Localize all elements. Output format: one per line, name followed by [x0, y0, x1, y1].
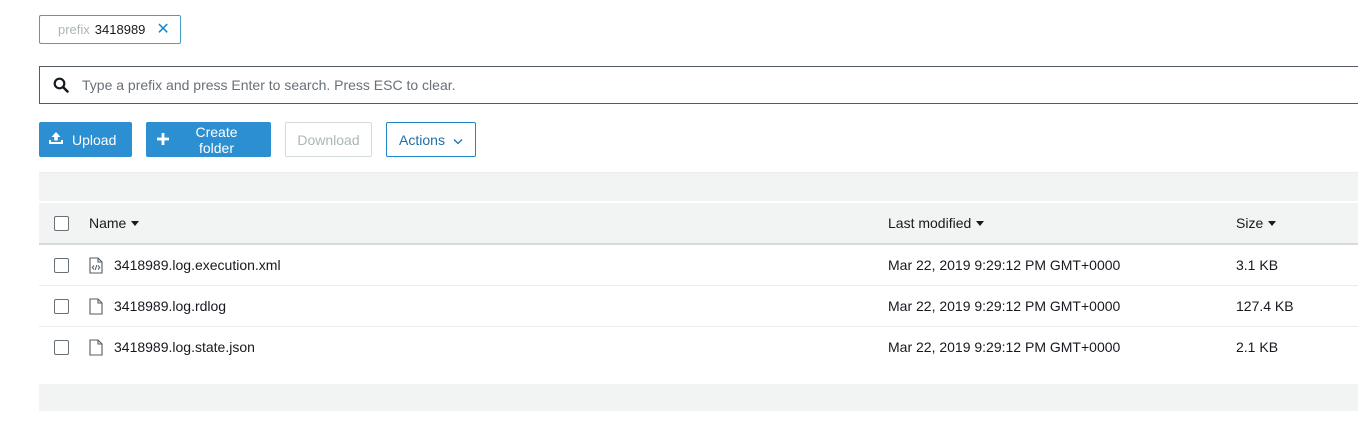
last-modified-value: Mar 22, 2019 9:29:12 PM GMT+0000	[888, 257, 1121, 273]
download-button[interactable]: Download	[285, 122, 372, 157]
plus-icon	[157, 132, 169, 148]
sort-caret-icon	[1268, 220, 1277, 226]
sort-caret-icon	[131, 220, 140, 226]
row-checkbox[interactable]	[54, 298, 69, 314]
file-name-link[interactable]: 3418989.log.rdlog	[114, 298, 226, 314]
file-icon	[89, 338, 103, 356]
sort-caret-icon	[976, 220, 985, 226]
column-size-label: Size	[1236, 215, 1264, 231]
chevron-down-icon	[453, 132, 463, 148]
size-value: 127.4 KB	[1236, 298, 1294, 314]
upload-icon	[48, 131, 64, 148]
table-row[interactable]: 3418989.log.execution.xml Mar 22, 2019 9…	[39, 245, 1358, 286]
table-top-band	[39, 172, 1358, 201]
last-modified-value: Mar 22, 2019 9:29:12 PM GMT+0000	[888, 339, 1121, 355]
file-name-link[interactable]: 3418989.log.state.json	[114, 339, 255, 355]
column-name-label: Name	[89, 215, 127, 231]
code-file-icon	[89, 256, 103, 274]
select-all-checkbox[interactable]	[54, 215, 69, 231]
table-bottom-band	[39, 384, 1358, 411]
file-table: Name Last modified Size 3418989.log.exec…	[39, 203, 1358, 367]
last-modified-value: Mar 22, 2019 9:29:12 PM GMT+0000	[888, 298, 1121, 314]
actions-label: Actions	[399, 131, 445, 148]
file-name-link[interactable]: 3418989.log.execution.xml	[114, 257, 281, 273]
column-modified-label: Last modified	[888, 215, 972, 231]
download-label: Download	[297, 131, 360, 148]
column-header-size[interactable]: Size	[1236, 203, 1277, 243]
toolbar: Upload Create folder Download Actions	[39, 122, 476, 157]
column-header-last-modified[interactable]: Last modified	[888, 203, 985, 243]
size-value: 3.1 KB	[1236, 257, 1279, 273]
table-header: Name Last modified Size	[39, 203, 1358, 245]
create-folder-label: Create folder	[195, 123, 238, 156]
file-icon	[89, 297, 103, 315]
table-row[interactable]: 3418989.log.rdlog Mar 22, 2019 9:29:12 P…	[39, 286, 1358, 327]
upload-label: Upload	[72, 131, 117, 148]
column-header-name[interactable]: Name	[89, 203, 140, 243]
search-input[interactable]	[82, 77, 1358, 93]
search-bar	[39, 66, 1358, 104]
prefix-filter-chip: prefix 3418989 ✕	[39, 15, 181, 44]
upload-button[interactable]: Upload	[39, 122, 132, 157]
remove-filter-icon[interactable]: ✕	[156, 21, 169, 38]
filter-value: 3418989	[94, 22, 146, 37]
search-icon	[40, 77, 82, 93]
row-checkbox[interactable]	[54, 257, 69, 273]
size-value: 2.1 KB	[1236, 339, 1279, 355]
table-row[interactable]: 3418989.log.state.json Mar 22, 2019 9:29…	[39, 327, 1358, 367]
filter-key: prefix	[58, 22, 90, 37]
create-folder-button[interactable]: Create folder	[146, 122, 271, 157]
actions-dropdown-button[interactable]: Actions	[386, 122, 476, 157]
row-checkbox[interactable]	[54, 339, 69, 355]
